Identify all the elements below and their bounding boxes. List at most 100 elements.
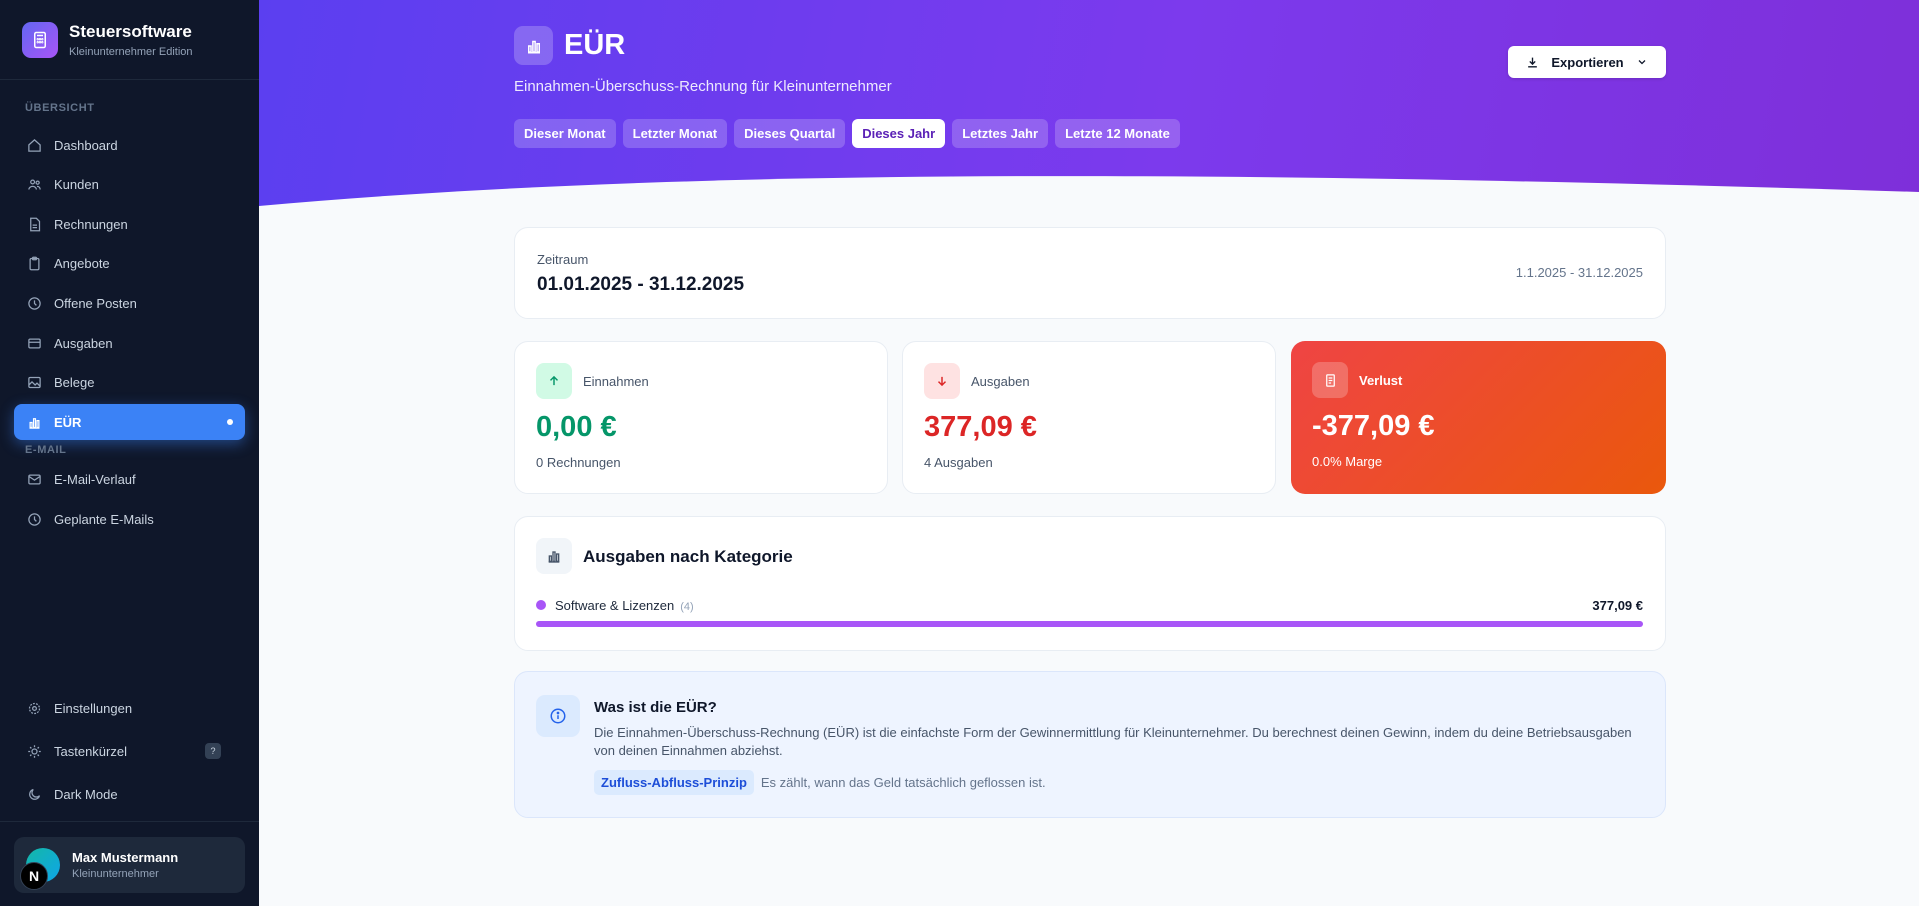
file-icon: [26, 216, 42, 232]
user-name: Max Mustermann: [72, 850, 179, 865]
receipt-icon: [1312, 362, 1348, 398]
calculator-icon: [22, 21, 58, 58]
tab-dieser-monat[interactable]: Dieser Monat: [514, 119, 616, 148]
brand[interactable]: Steuersoftware Kleinunternehmer Edition: [0, 0, 259, 80]
clock-icon: [26, 511, 42, 527]
user-role: Kleinunternehmer: [72, 868, 159, 880]
moon-icon: [26, 786, 42, 802]
sidebar-item-dashboard[interactable]: Dashboard: [14, 127, 245, 163]
tab-letzte-12-monate[interactable]: Letzte 12 Monate: [1055, 119, 1180, 148]
sidebar: Steuersoftware Kleinunternehmer Edition …: [0, 0, 259, 906]
tab-letztes-jahr[interactable]: Letztes Jahr: [952, 119, 1049, 148]
sidebar-item-label: Ausgaben: [54, 335, 113, 351]
sidebar-item-label: Rechnungen: [54, 216, 128, 232]
tab-dieses-quartal[interactable]: Dieses Quartal: [734, 119, 846, 148]
tab-dieses-jahr[interactable]: Dieses Jahr: [852, 119, 946, 148]
arrow-down-icon: [924, 363, 960, 399]
export-label: Exportieren: [1551, 54, 1624, 70]
period-label: Zeitraum: [537, 252, 589, 267]
sidebar-item-rechnungen[interactable]: Rechnungen: [14, 206, 245, 242]
info-icon: [536, 695, 580, 737]
info-row: Zufluss-Abfluss-Prinzip Es zählt, wann d…: [594, 770, 1046, 795]
active-indicator: [227, 419, 233, 425]
category-title: Ausgaben nach Kategorie: [583, 547, 793, 566]
credit-card-icon: [26, 335, 42, 351]
info-box: Was ist die EÜR? Die Einnahmen-Überschus…: [514, 671, 1666, 818]
income-card: Einnahmen 0,00 € 0 Rechnungen: [514, 341, 888, 494]
nav-section-overview: ÜBERSICHT: [25, 102, 95, 114]
sidebar-item-label: Dark Mode: [54, 786, 118, 802]
sidebar-item-label: Belege: [54, 374, 95, 390]
avatar-badge: N: [20, 862, 48, 890]
category-bar-fill: [536, 621, 1643, 627]
sidebar-item-belege[interactable]: Belege: [14, 364, 245, 400]
sidebar-item-label: Tastenkürzel: [54, 743, 127, 759]
clock-icon: [26, 295, 42, 311]
info-title: Was ist die EÜR?: [594, 699, 717, 716]
sidebar-item-label: Einstellungen: [54, 700, 133, 716]
page-title: EÜR: [564, 29, 626, 61]
sidebar-item-email-verlauf[interactable]: E-Mail-Verlauf: [14, 461, 245, 497]
sidebar-item-label: Angebote: [54, 255, 110, 271]
period-value: 01.01.2025 - 31.12.2025: [537, 274, 745, 295]
expenses-card: Ausgaben 377,09 € 4 Ausgaben: [902, 341, 1276, 494]
sidebar-item-tastenkuerzel[interactable]: Tastenkürzel ?: [14, 733, 245, 769]
divider: [0, 821, 259, 822]
sidebar-item-offene-posten[interactable]: Offene Posten: [14, 285, 245, 321]
sidebar-item-eur[interactable]: EÜR: [14, 404, 245, 440]
sidebar-item-einstellungen[interactable]: Einstellungen: [14, 690, 245, 726]
brand-title: Steuersoftware: [69, 21, 192, 41]
user-card[interactable]: N Max Mustermann Kleinunternehmer: [14, 837, 245, 893]
tab-letzter-monat[interactable]: Letzter Monat: [622, 119, 728, 148]
expenses-value: 377,09 €: [924, 411, 1037, 443]
home-icon: [26, 137, 42, 153]
sidebar-item-label: EÜR: [54, 414, 82, 430]
avatar: N: [20, 848, 60, 890]
info-text: Die Einnahmen-Überschuss-Rechnung (EÜR) …: [594, 725, 1632, 758]
sidebar-item-label: Dashboard: [54, 137, 118, 153]
shortcut-badge: ?: [205, 743, 221, 759]
result-card: Verlust -377,09 € 0.0% Marge: [1291, 341, 1666, 494]
nav-section-email: E-MAIL: [25, 444, 67, 456]
bar-chart-icon: [514, 26, 553, 65]
principle-note: Es zählt, wann das Geld tatsächlich gefl…: [760, 775, 1046, 790]
sidebar-item-ausgaben[interactable]: Ausgaben: [14, 325, 245, 361]
category-name-text: Software & Lizenzen: [555, 598, 675, 613]
users-icon: [26, 176, 42, 192]
chevron-down-icon: [1636, 56, 1648, 68]
sun-icon: [26, 743, 42, 759]
expenses-sub: 4 Ausgaben: [924, 455, 993, 470]
sidebar-item-kunden[interactable]: Kunden: [14, 166, 245, 202]
sidebar-item-label: Kunden: [54, 176, 99, 192]
brand-subtitle: Kleinunternehmer Edition: [69, 45, 193, 58]
result-value: -377,09 €: [1312, 410, 1435, 442]
download-icon: [1526, 56, 1539, 69]
category-count: (4): [680, 601, 694, 613]
sidebar-item-angebote[interactable]: Angebote: [14, 245, 245, 281]
result-sub: 0.0% Marge: [1312, 454, 1383, 469]
period-card: Zeitraum 01.01.2025 - 31.12.2025 1.1.202…: [514, 227, 1666, 319]
export-button[interactable]: Exportieren: [1508, 46, 1666, 78]
title-row: EÜR: [514, 26, 625, 65]
category-name: Software & Lizenzen (4): [555, 598, 694, 613]
income-sub: 0 Rechnungen: [536, 455, 621, 470]
sidebar-item-label: E-Mail-Verlauf: [54, 471, 136, 487]
category-amount: 377,09 €: [1592, 598, 1643, 613]
header-wave: [259, 176, 1919, 230]
page-subtitle: Einnahmen-Überschuss-Rechnung für Kleinu…: [514, 78, 892, 95]
bar-chart-icon: [26, 414, 42, 430]
income-label: Einnahmen: [583, 374, 649, 389]
sidebar-item-label: Offene Posten: [54, 295, 137, 311]
category-card: Ausgaben nach Kategorie Software & Lizen…: [514, 516, 1666, 651]
clipboard-icon: [26, 255, 42, 271]
category-color-dot: [536, 600, 546, 610]
income-value: 0,00 €: [536, 411, 617, 443]
mail-icon: [26, 471, 42, 487]
sidebar-item-geplante-emails[interactable]: Geplante E-Mails: [14, 501, 245, 537]
sidebar-item-dark-mode[interactable]: Dark Mode: [14, 776, 245, 812]
bar-chart-icon: [536, 538, 572, 574]
result-label: Verlust: [1359, 373, 1403, 388]
period-short: 1.1.2025 - 31.12.2025: [1515, 265, 1643, 280]
principle-badge: Zufluss-Abfluss-Prinzip: [594, 770, 754, 795]
sidebar-item-label: Geplante E-Mails: [54, 511, 154, 527]
